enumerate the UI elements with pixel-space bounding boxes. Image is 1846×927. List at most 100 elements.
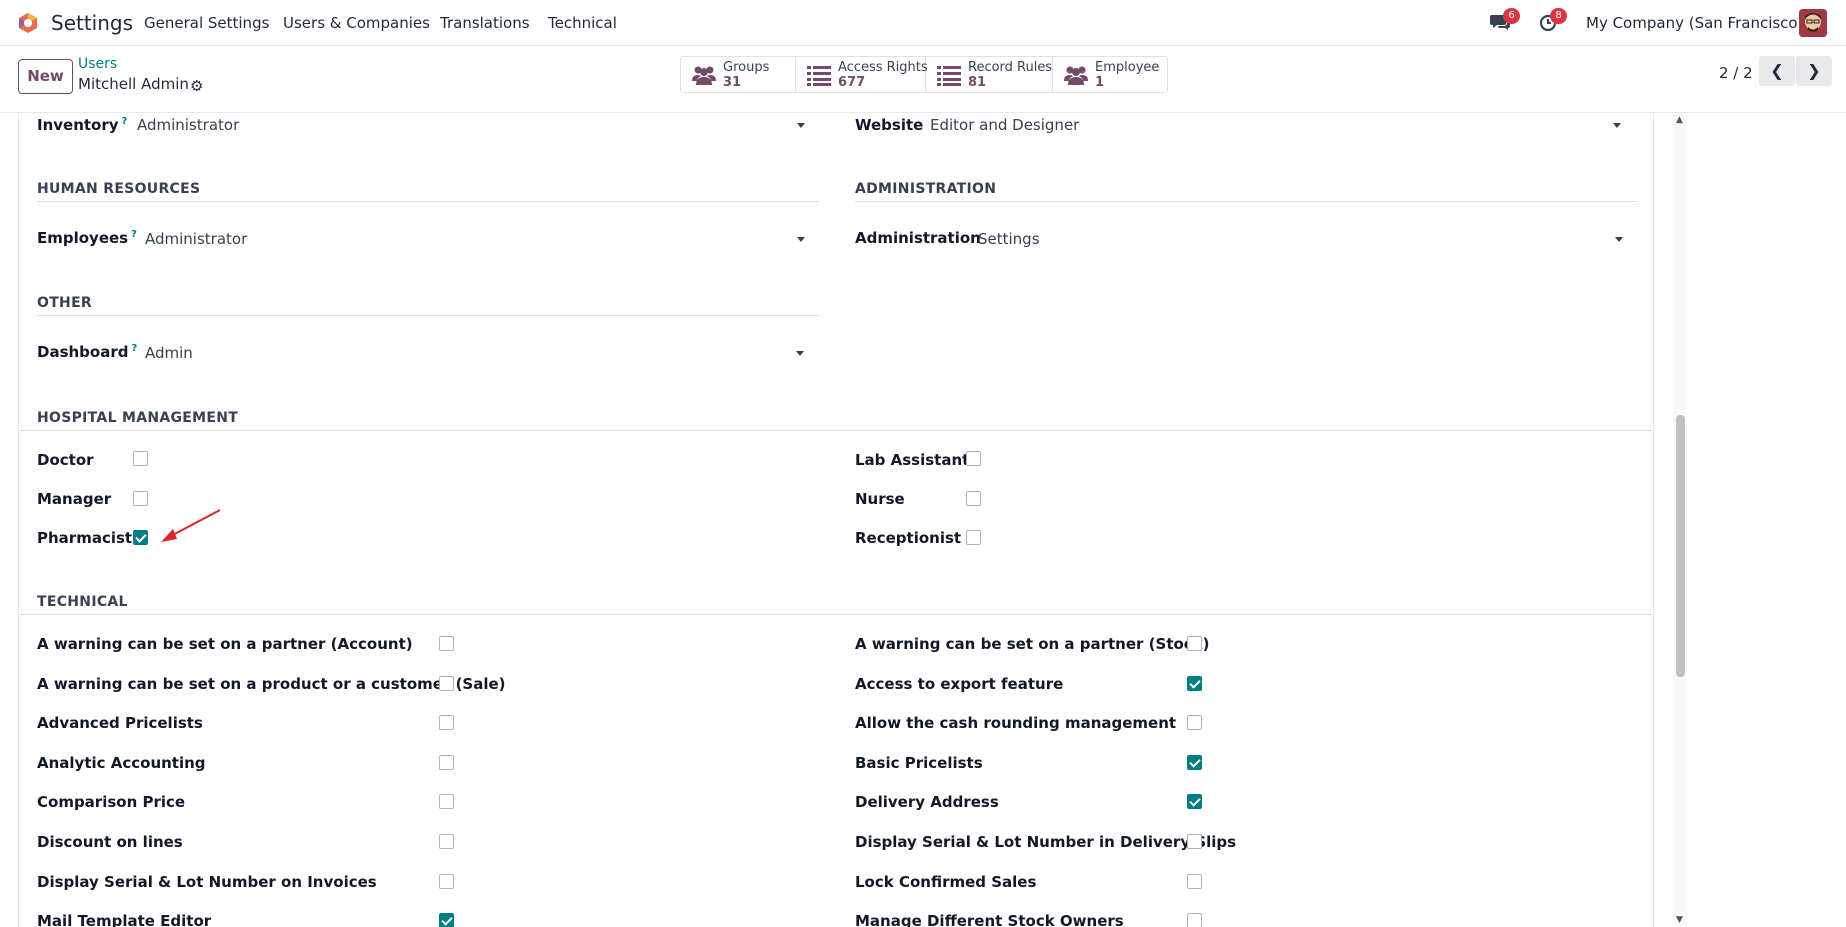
technical-option-checkbox[interactable] <box>439 715 454 730</box>
technical-option-label: Lock Confirmed Sales <box>855 873 1037 891</box>
technical-option-label: Delivery Address <box>855 793 999 811</box>
company-switcher[interactable]: My Company (San Francisco) <box>1586 14 1803 32</box>
nurse-checkbox[interactable] <box>966 491 981 506</box>
technical-option-label: Analytic Accounting <box>37 754 206 772</box>
technical-option-checkbox[interactable] <box>1187 755 1202 770</box>
smart-button-label: Access Rights <box>838 60 928 75</box>
user-avatar[interactable] <box>1799 9 1827 37</box>
menu-translations[interactable]: Translations <box>440 14 530 32</box>
gear-icon[interactable]: ⚙ <box>190 77 203 95</box>
technical-option-label: Manage Different Stock Owners <box>855 912 1124 927</box>
technical-option-checkbox[interactable] <box>439 794 454 809</box>
help-tooltip-icon[interactable]: ? <box>131 229 137 240</box>
technical-option-label: Mail Template Editor <box>37 912 212 927</box>
pager-value[interactable]: 2 / 2 <box>1719 64 1753 82</box>
help-tooltip-icon[interactable]: ? <box>131 343 137 354</box>
chevron-down-icon[interactable] <box>797 237 805 242</box>
new-button[interactable]: New <box>18 59 73 94</box>
website-label: Website <box>855 116 924 134</box>
dashboard-select[interactable]: Admin <box>145 344 193 362</box>
technical-option-label: Comparison Price <box>37 793 186 811</box>
employees-select[interactable]: Administrator <box>145 230 247 248</box>
inventory-select[interactable]: Administrator <box>137 116 239 134</box>
doctor-label: Doctor <box>37 451 94 469</box>
employees-label: Employees? <box>37 229 137 247</box>
technical-option-checkbox[interactable] <box>439 834 454 849</box>
administration-select[interactable]: Settings <box>978 230 1040 248</box>
section-administration: ADMINISTRATION <box>855 181 997 197</box>
technical-option-label: Display Serial & Lot Number on Invoices <box>37 873 377 891</box>
pager-next-button[interactable]: ❯ <box>1796 56 1832 86</box>
chevron-down-icon[interactable] <box>1615 237 1623 242</box>
section-divider <box>19 614 1653 615</box>
smart-button-count: 677 <box>838 75 866 90</box>
scrollbar[interactable]: ▲ ▼ <box>1673 113 1687 927</box>
scroll-down-arrow-icon[interactable]: ▼ <box>1676 915 1683 925</box>
scrollbar-thumb[interactable] <box>1676 415 1685 677</box>
smart-button-label: Groups <box>723 60 770 75</box>
smart-button-employee[interactable]: Employee 1 <box>1053 57 1167 92</box>
technical-option-label: A warning can be set on a product or a c… <box>37 675 506 693</box>
top-navbar: Settings General Settings Users & Compan… <box>0 0 1846 46</box>
technical-option-checkbox[interactable] <box>1187 636 1202 651</box>
technical-option-label: Advanced Pricelists <box>37 714 203 732</box>
list-icon <box>807 66 831 86</box>
list-icon <box>937 66 961 86</box>
doctor-checkbox[interactable] <box>133 451 148 466</box>
manager-checkbox[interactable] <box>133 491 148 506</box>
section-other: OTHER <box>37 295 93 311</box>
smart-button-label: Employee <box>1095 60 1160 75</box>
technical-option-label: Basic Pricelists <box>855 754 983 772</box>
technical-option-checkbox[interactable] <box>1187 676 1202 691</box>
annotation-arrow-icon <box>161 509 221 542</box>
section-hospital-management: HOSPITAL MANAGEMENT <box>37 410 239 426</box>
section-technical: TECHNICAL <box>37 594 128 610</box>
smart-button-record-rules[interactable]: Record Rules 81 <box>926 57 1053 92</box>
chevron-down-icon[interactable] <box>796 351 804 356</box>
pharmacist-checkbox[interactable] <box>133 530 148 545</box>
technical-option-checkbox[interactable] <box>1187 715 1202 730</box>
lab-assistant-checkbox[interactable] <box>966 451 981 466</box>
help-tooltip-icon[interactable]: ? <box>122 116 128 127</box>
inventory-label: Inventory? <box>37 116 128 134</box>
smart-button-access-rights[interactable]: Access Rights 677 <box>796 57 928 92</box>
receptionist-label: Receptionist <box>855 529 962 547</box>
breadcrumb-users[interactable]: Users <box>78 56 117 72</box>
technical-option-checkbox[interactable] <box>439 755 454 770</box>
odoo-logo-icon[interactable] <box>17 12 39 34</box>
lab-assistant-label: Lab Assistant <box>855 451 970 469</box>
technical-option-checkbox[interactable] <box>439 913 454 927</box>
technical-option-checkbox[interactable] <box>439 636 454 651</box>
smart-button-count: 1 <box>1095 75 1105 90</box>
manager-label: Manager <box>37 490 112 508</box>
technical-option-label: A warning can be set on a partner (Accou… <box>37 635 413 653</box>
technical-option-checkbox[interactable] <box>439 676 454 691</box>
app-title[interactable]: Settings <box>51 11 133 35</box>
technical-option-label: Allow the cash rounding management <box>855 714 1177 732</box>
messages-badge: 6 <box>1503 8 1520 24</box>
administration-label: Administration <box>855 229 981 247</box>
users-icon <box>1064 66 1088 85</box>
pager-previous-button[interactable]: ❮ <box>1759 56 1795 86</box>
technical-option-label: Access to export feature <box>855 675 1064 693</box>
website-select[interactable]: Editor and Designer <box>930 116 1079 134</box>
smart-button-groups[interactable]: Groups 31 <box>681 57 796 92</box>
receptionist-checkbox[interactable] <box>966 530 981 545</box>
smart-button-count: 31 <box>723 75 742 90</box>
menu-users-companies[interactable]: Users & Companies <box>283 14 430 32</box>
technical-option-label: Display Serial & Lot Number in Delivery … <box>855 833 1237 851</box>
chevron-down-icon[interactable] <box>1613 123 1621 128</box>
messages-button[interactable]: 6 <box>1489 8 1520 36</box>
breadcrumb-current: Mitchell Admin <box>78 75 189 93</box>
technical-option-checkbox[interactable] <box>1187 794 1202 809</box>
technical-option-checkbox[interactable] <box>1187 874 1202 889</box>
menu-general-settings[interactable]: General Settings <box>144 14 269 32</box>
technical-option-checkbox[interactable] <box>1187 834 1202 849</box>
menu-technical[interactable]: Technical <box>548 14 617 32</box>
technical-option-checkbox[interactable] <box>1187 913 1202 927</box>
technical-option-checkbox[interactable] <box>439 874 454 889</box>
smart-button-count: 81 <box>968 75 987 90</box>
chevron-down-icon[interactable] <box>797 123 805 128</box>
activities-button[interactable]: 8 <box>1538 8 1567 36</box>
scroll-up-arrow-icon[interactable]: ▲ <box>1676 115 1683 125</box>
